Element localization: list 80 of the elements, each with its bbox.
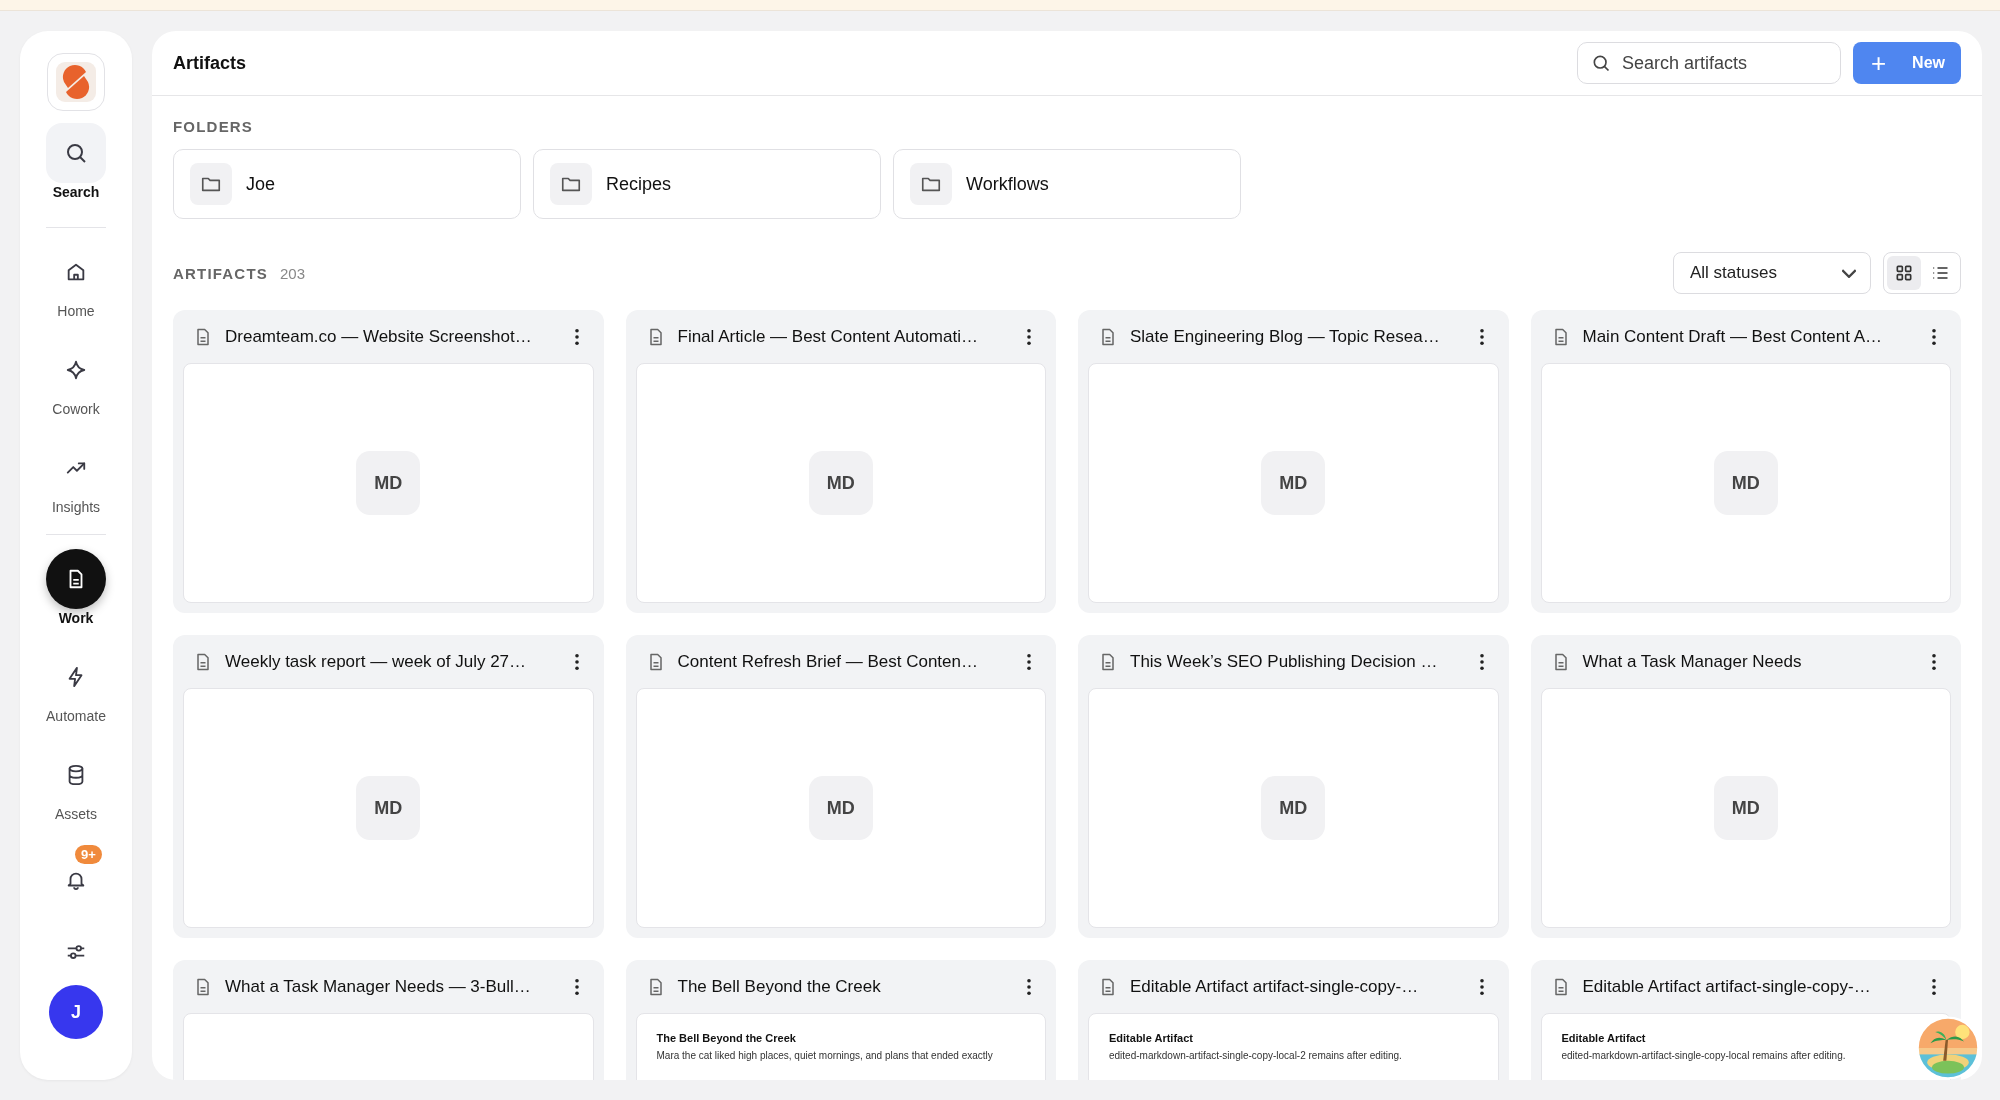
- more-icon[interactable]: [1478, 327, 1485, 346]
- search-field[interactable]: Search artifacts: [1577, 42, 1841, 84]
- artifact-title: Editable Artifact artifact-single-copy-…: [1130, 976, 1420, 997]
- grid-view-icon[interactable]: [1887, 256, 1921, 290]
- more-icon[interactable]: [573, 327, 580, 346]
- artifact-title: This Week’s SEO Publishing Decision …: [1130, 651, 1439, 672]
- file-type-badge: MD: [1261, 451, 1326, 515]
- new-button[interactable]: + New: [1853, 42, 1961, 84]
- artifact-card[interactable]: Editable Artifact artifact-single-copy-… Editable Artifact edited-markdown-artifact-single-copy-local-2 remains after editing.: [1078, 960, 1509, 1080]
- artifact-card[interactable]: Editable Artifact artifact-single-copy-… Editable Artifact edited-markdown-artifact-single-copy-local remains after editing.: [1530, 960, 1961, 1080]
- nav-label: Insights: [51, 498, 101, 516]
- folder-name: Workflows: [966, 173, 1049, 195]
- nav-label: Assets: [55, 805, 97, 823]
- artifact-card[interactable]: Content Refresh Brief — Best Conten… MD: [625, 635, 1056, 938]
- folder-icon: [190, 163, 232, 205]
- status-dropdown[interactable]: All statuses: [1673, 252, 1871, 294]
- folder-name: Joe: [246, 173, 276, 195]
- nav-label: Cowork: [52, 400, 100, 418]
- file-type-badge: MD: [356, 776, 421, 840]
- artifact-title: Content Refresh Brief — Best Conten…: [677, 651, 979, 672]
- file-type-badge: MD: [808, 776, 873, 840]
- artifact-card[interactable]: Dreamteam.co — Website Screenshot… MD: [173, 310, 604, 613]
- app-logo-icon[interactable]: [47, 53, 105, 111]
- folder-card[interactable]: Workflows: [893, 149, 1241, 219]
- artifact-card[interactable]: This Week’s SEO Publishing Decision … MD: [1078, 635, 1509, 938]
- folder-name: Recipes: [606, 173, 672, 195]
- artifact-card[interactable]: Main Content Draft — Best Content A… MD: [1530, 310, 1961, 613]
- more-icon[interactable]: [1931, 652, 1937, 671]
- artifact-title: Main Content Draft — Best Content A…: [1582, 326, 1884, 347]
- preview-text: Mara the cat liked high places, quiet mornings, and plans that ended exactly: [656, 1050, 994, 1061]
- more-icon[interactable]: [1026, 652, 1032, 671]
- user-avatar[interactable]: J: [49, 985, 103, 1039]
- artifact-title: The Bell Beyond the Creek: [677, 976, 882, 997]
- more-icon[interactable]: [573, 977, 580, 996]
- nav-label: Automate: [46, 707, 106, 725]
- artifact-card[interactable]: The Bell Beyond the Creek The Bell Beyond the Creek Mara the cat liked high places, quiet mornings, and plans that ended exactly: [625, 960, 1056, 1080]
- page-title: Artifacts: [173, 52, 247, 74]
- artifact-title: What a Task Manager Needs — 3-Bull…: [225, 976, 532, 997]
- more-icon[interactable]: [1478, 652, 1485, 671]
- preview-text: edited-markdown-artifact-single-copy-local remains after editing.: [1561, 1050, 1847, 1061]
- preview-heading: Editable Artifact: [1109, 1032, 1194, 1044]
- more-icon[interactable]: [1931, 977, 1937, 996]
- section-heading: FOLDERS: [173, 118, 255, 135]
- preview-heading: Editable Artifact: [1561, 1032, 1647, 1044]
- notification-badge: 9+: [75, 845, 102, 864]
- more-icon[interactable]: [573, 652, 580, 671]
- nav-label: Search: [52, 183, 100, 201]
- search-icon[interactable]: [46, 123, 106, 183]
- artifact-title: Dreamteam.co — Website Screenshot…: [225, 326, 533, 347]
- chevron-down-icon: [1842, 268, 1856, 278]
- preview-text: edited-markdown-artifact-single-copy-local-2 remains after editing.: [1109, 1050, 1403, 1061]
- artifact-title: Final Article — Best Content Automati…: [677, 326, 979, 347]
- artifact-title: Weekly task report — week of July 27…: [225, 651, 528, 672]
- file-type-badge: MD: [808, 451, 873, 515]
- more-icon[interactable]: [1931, 327, 1937, 346]
- artifact-count: 203: [279, 264, 305, 282]
- artifact-card[interactable]: Final Article — Best Content Automati… MD: [625, 310, 1056, 613]
- artifact-title: Editable Artifact artifact-single-copy-…: [1582, 976, 1872, 997]
- document-icon[interactable]: [46, 549, 106, 609]
- section-heading: ARTIFACTS: [173, 264, 268, 282]
- preview-heading: The Bell Beyond the Creek: [656, 1032, 797, 1044]
- more-icon[interactable]: [1026, 977, 1032, 996]
- folder-card[interactable]: Recipes: [533, 149, 881, 219]
- artifact-card[interactable]: Weekly task report — week of July 27… MD: [173, 635, 604, 938]
- artifact-title: Slate Engineering Blog — Topic Resea…: [1130, 326, 1441, 347]
- file-type-badge: MD: [356, 451, 421, 515]
- artifact-title: What a Task Manager Needs: [1582, 651, 1803, 672]
- artifact-card[interactable]: Slate Engineering Blog — Topic Resea… MD: [1078, 310, 1509, 613]
- folder-card[interactable]: Joe: [173, 149, 521, 219]
- nav-label: Work: [58, 609, 94, 627]
- more-icon[interactable]: [1478, 977, 1485, 996]
- artifact-card[interactable]: What a Task Manager Needs MD: [1530, 635, 1961, 938]
- nav-label: Home: [57, 302, 95, 320]
- folder-icon: [910, 163, 952, 205]
- file-type-badge: MD: [1713, 776, 1778, 840]
- artifact-card[interactable]: What a Task Manager Needs — 3-Bull…: [173, 960, 604, 1080]
- folder-icon: [550, 163, 592, 205]
- file-type-badge: MD: [1261, 776, 1326, 840]
- file-type-badge: MD: [1713, 451, 1778, 515]
- more-icon[interactable]: [1026, 327, 1032, 346]
